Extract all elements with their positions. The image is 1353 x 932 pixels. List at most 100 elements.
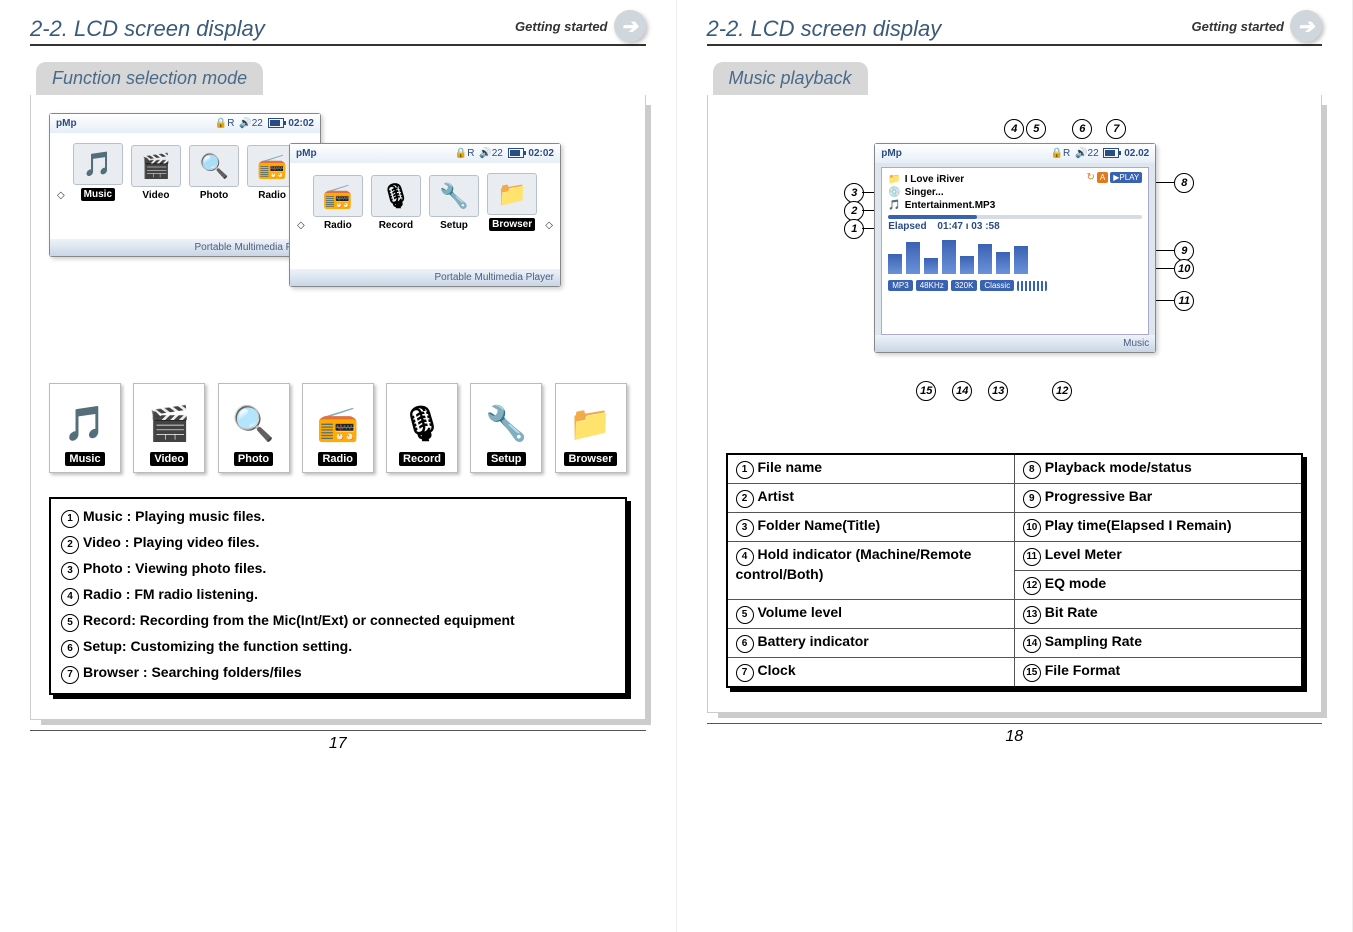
setup-icon: 🔧 [485,404,527,444]
legend-text: Folder Name(Title) [758,517,881,533]
page-title: 2-2. LCD screen display [30,16,265,42]
legend-row: 4Radio : FM radio listening. [61,583,615,609]
hold-icon: 🔒R [1051,148,1071,159]
nav-left-icon[interactable]: ◇ [297,220,305,231]
play-pill: ▶PLAY [1110,172,1142,183]
arrow-right-icon: ➔ [1290,10,1322,42]
legend-text: Bit Rate [1045,604,1098,620]
legend-text: Browser : Searching folders/files [83,664,302,680]
legend-text: Clock [758,662,796,678]
big-icons-row: 🎵 Music 🎬 Video 🔍 Photo 📻 Radio 🎙 Record… [49,383,627,473]
note-icon: 🎵 [888,200,900,211]
legend-text: Video : Playing video files. [83,534,259,550]
page-number: 17 [30,730,646,753]
photo-icon: 🔍 [232,404,274,444]
callout-3: 3 [844,183,864,203]
clock-value: 02.02 [1124,148,1149,159]
mini-topbar-1: pMp 🔒R 🔊22 02:02 [50,114,320,133]
legend-text: Progressive Bar [1045,488,1152,504]
folder-icon: 📁 [888,174,900,185]
logo: pMp [296,148,317,159]
legend-cell: 6Battery indicator [727,629,1015,658]
page-header: 2-2. LCD screen display Getting started … [707,10,1323,46]
callout-2: 2 [844,201,864,221]
menu-photo[interactable]: 🔍 Photo [189,145,239,201]
legend-cell: 9Progressive Bar [1014,484,1302,513]
callout-6: 6 [1072,119,1092,139]
nav-left-icon[interactable]: ◇ [57,190,65,201]
mini-window-2: pMp 🔒R 🔊22 02:02 ◇ 📻 Radio [289,143,561,287]
volume-value: 22 [492,148,503,159]
menu-video[interactable]: 🎬 Video [131,145,181,201]
logo: pMp [56,118,77,129]
radio-icon: 📻 [313,175,363,217]
volume-value: 22 [252,118,263,129]
artist-line: 💿 Singer... [888,187,1142,198]
legend-cell: 3Folder Name(Title) [727,513,1015,542]
legend-cell: 14Sampling Rate [1014,629,1302,658]
menu-record[interactable]: 🎙 Record [371,175,421,231]
legend-text: Radio : FM radio listening. [83,586,258,602]
big-icon-label: Browser [564,452,616,466]
setup-icon: 🔧 [429,175,479,217]
menu-browser[interactable]: 📁 Browser [487,173,537,231]
legend-cell: 11Level Meter [1014,542,1302,571]
big-icon-record: 🎙 Record [386,383,458,473]
callout-14: 14 [952,381,972,401]
legend-text: Volume level [758,604,843,620]
legend-text: Music : Playing music files. [83,508,265,524]
big-icon-music: 🎵 Music [49,383,121,473]
legend-text: Battery indicator [758,633,869,649]
menu-music[interactable]: 🎵 Music [73,143,123,201]
hold-icon: 🔒R [455,148,475,159]
callout-9: 9 [1174,241,1194,261]
repeat-icon: ↻ [1087,172,1095,183]
legend-text: Artist [758,488,795,504]
music-topbar: pMp 🔒R 🔊22 02.02 [875,144,1155,163]
mini-footer-2: Portable Multimedia Player [290,269,560,286]
legend-row: 7Browser : Searching folders/files [61,661,615,687]
legend-row: 1Music : Playing music files. [61,505,615,531]
menu-label: Photo [200,190,228,201]
music-icon: 🎵 [64,404,106,444]
nav-right-icon[interactable]: ◇ [545,220,553,231]
clock-value: 02:02 [288,118,314,129]
menu-label: Music [81,188,115,201]
progress-bar[interactable] [888,215,1142,219]
icon-row-2: ◇ 📻 Radio 🎙 Record 🔧 Setup [296,173,554,231]
page-title: 2-2. LCD screen display [707,16,942,42]
big-icon-radio: 📻 Radio [302,383,374,473]
play-mode-cluster: ↻ A ▶PLAY [1087,172,1143,183]
time-line: Elapsed 01:47 ı 03 :58 [888,221,1142,232]
function-mode-box: pMp 🔒R 🔊22 02:02 ◇ 🎵 Music [30,95,646,720]
music-playback-box: 4 5 6 7 3 2 1 8 9 10 11 15 14 13 12 p [707,95,1323,713]
callout-13: 13 [988,381,1008,401]
time-label: Elapsed [888,221,926,232]
photo-icon: 🔍 [189,145,239,187]
status-cluster: 🔒R 🔊22 02.02 [1049,148,1150,159]
legend-cell: 10Play time(Elapsed I Remain) [1014,513,1302,542]
menu-label: Record [379,220,413,231]
big-icon-video: 🎬 Video [133,383,205,473]
legend-row: 3Photo : Viewing photo files. [61,557,615,583]
clock-value: 02:02 [528,148,554,159]
menu-radio[interactable]: 📻 Radio [313,175,363,231]
callout-12: 12 [1052,381,1072,401]
menu-setup[interactable]: 🔧 Setup [429,175,479,231]
menu-label: Video [142,190,169,201]
menu-label: Radio [324,220,352,231]
mini-body-1: ◇ 🎵 Music 🎬 Video 🔍 Photo [50,133,320,239]
legend-cell: 12EQ mode [1014,571,1302,600]
hold-icon: 🔒R [215,118,235,129]
legend-cell: 13Bit Rate [1014,600,1302,629]
menu-label: Radio [258,190,286,201]
page-header: 2-2. LCD screen display Getting started … [30,10,646,46]
legend-row: 6Setup: Customizing the function setting… [61,635,615,661]
legend-cell: 4Hold indicator (Machine/Remote control/… [727,542,1015,600]
battery-icon [1103,148,1119,158]
legend-text: File Format [1045,662,1120,678]
legend-text: Level Meter [1045,546,1122,562]
volume-icon: 🔊22 [1075,148,1099,159]
page-left: 2-2. LCD screen display Getting started … [0,0,677,932]
big-icon-label: Record [399,452,445,466]
